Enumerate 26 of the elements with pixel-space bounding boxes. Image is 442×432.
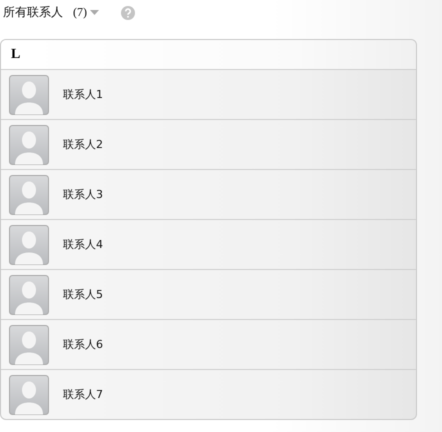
contact-row[interactable]: 联系人6 [1, 320, 416, 370]
contact-row[interactable]: 联系人2 [1, 120, 416, 170]
contact-name: 联系人7 [63, 387, 103, 402]
contact-name: 联系人1 [63, 87, 103, 102]
avatar-icon [9, 224, 49, 264]
contact-row[interactable]: 联系人1 [1, 70, 416, 120]
contact-name: 联系人4 [63, 237, 103, 252]
contact-name: 联系人3 [63, 187, 103, 202]
avatar-icon [9, 374, 49, 414]
avatar-icon [9, 274, 49, 314]
contact-count: (7) [73, 5, 87, 20]
contact-row[interactable]: 联系人4 [1, 220, 416, 270]
contact-name: 联系人2 [63, 137, 103, 152]
avatar-icon [9, 74, 49, 114]
contact-name: 联系人5 [63, 287, 103, 302]
contact-name: 联系人6 [63, 337, 103, 352]
help-icon[interactable] [121, 6, 135, 20]
section-letter: L [11, 46, 20, 62]
avatar-icon [9, 174, 49, 214]
contacts-title[interactable]: 所有联系人 [3, 4, 63, 21]
caret-icon[interactable] [90, 10, 99, 15]
contact-row[interactable]: 联系人7 [1, 370, 416, 419]
avatar-icon [9, 324, 49, 364]
avatar-icon [9, 124, 49, 164]
contact-row[interactable]: 联系人3 [1, 170, 416, 220]
contact-row[interactable]: 联系人5 [1, 270, 416, 320]
